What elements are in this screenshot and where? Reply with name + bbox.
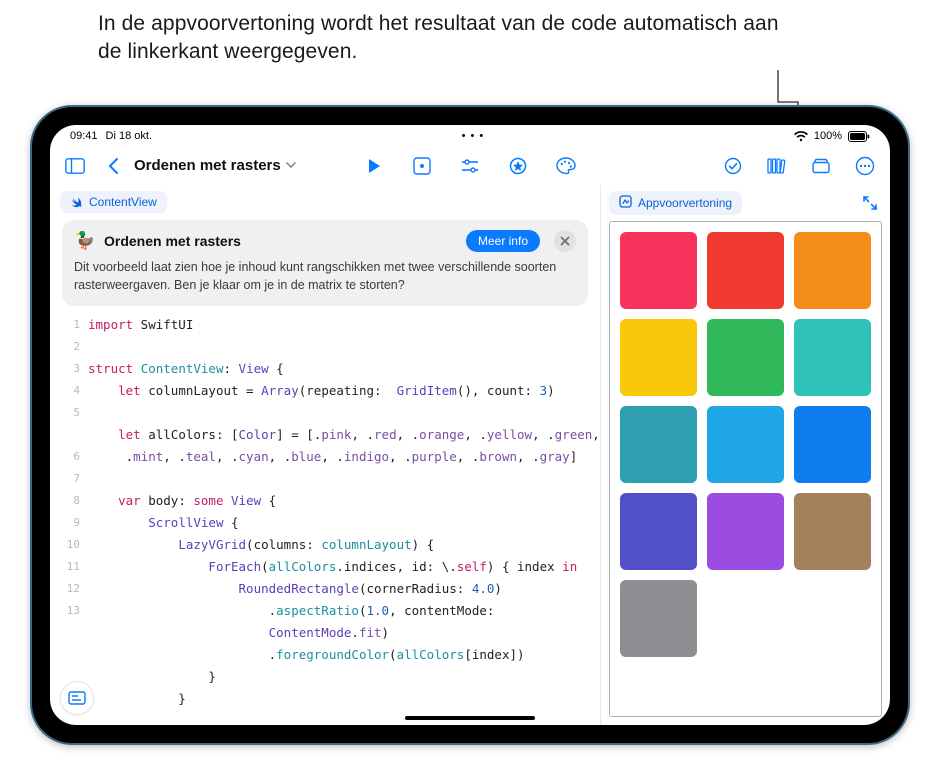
files-button[interactable] [806,151,836,181]
close-card-button[interactable] [554,230,576,252]
color-swatch[interactable] [620,319,697,396]
checkmark-button[interactable] [718,151,748,181]
color-swatch[interactable] [794,232,871,309]
code-editor[interactable]: 1234567891011121316 import SwiftUI struc… [50,314,600,725]
ipad-frame: 09:41 Di 18 okt. • • • 100% [30,105,910,745]
document-title: Ordenen met rasters [134,157,281,174]
sidebar-toggle-button[interactable] [60,151,90,181]
app-toolbar: Ordenen met rasters [50,147,890,185]
battery-percent: 100% [814,130,842,142]
color-palette-button[interactable] [551,151,581,181]
status-date: Di 18 okt. [106,130,152,142]
color-swatch[interactable] [707,232,784,309]
multitasking-dots-icon[interactable]: • • • [462,130,485,142]
color-swatch[interactable] [620,580,697,657]
library-button[interactable] [762,151,792,181]
preview-tab[interactable]: Appvoorvertoning [609,191,742,215]
color-swatch[interactable] [620,232,697,309]
preview-tab-label: Appvoorvertoning [638,196,732,210]
battery-icon [848,131,870,142]
ipad-screen: 09:41 Di 18 okt. • • • 100% [50,125,890,725]
file-tab-label: ContentView [89,195,157,209]
chevron-down-icon [285,157,297,175]
figure-caption: In de appvoorvertoning wordt het resulta… [98,10,798,67]
format-button[interactable] [60,681,94,715]
status-bar: 09:41 Di 18 okt. • • • 100% [50,125,890,147]
color-swatch[interactable] [620,406,697,483]
lesson-emoji-icon: 🦆 [74,230,96,252]
expand-preview-button[interactable] [858,191,882,215]
color-grid [620,232,871,657]
step-button[interactable] [407,151,437,181]
settings-sliders-button[interactable] [455,151,485,181]
color-swatch[interactable] [620,493,697,570]
color-swatch[interactable] [794,319,871,396]
lesson-title: Ordenen met rasters [104,233,458,249]
preview-pane: Appvoorvertoning [600,185,890,725]
more-button[interactable] [850,151,880,181]
swift-file-icon [70,196,83,209]
more-info-button[interactable]: Meer info [466,230,540,252]
editor-pane: ContentView 🦆 Ordenen met rasters Meer i… [50,185,600,725]
wifi-icon [794,131,808,142]
line-gutter: 1234567891011121316 [54,314,88,725]
color-swatch[interactable] [794,406,871,483]
content-area: ContentView 🦆 Ordenen met rasters Meer i… [50,185,890,725]
back-button[interactable] [98,151,128,181]
status-time: 09:41 [70,130,98,142]
home-indicator[interactable] [405,716,535,720]
lesson-body: Dit voorbeeld laat zien hoe je inhoud ku… [74,258,576,294]
snippets-button[interactable] [503,151,533,181]
app-preview-icon [619,195,632,211]
lesson-info-card: 🦆 Ordenen met rasters Meer info Dit voor… [62,220,588,306]
color-swatch[interactable] [794,493,871,570]
color-swatch[interactable] [707,493,784,570]
document-title-group[interactable]: Ordenen met rasters [134,157,297,175]
file-tab-contentview[interactable]: ContentView [60,191,167,213]
color-swatch[interactable] [707,406,784,483]
code-lines[interactable]: import SwiftUI struct ContentView: View … [88,314,600,725]
preview-canvas[interactable] [609,221,882,717]
color-swatch[interactable] [707,319,784,396]
run-button[interactable] [359,151,389,181]
